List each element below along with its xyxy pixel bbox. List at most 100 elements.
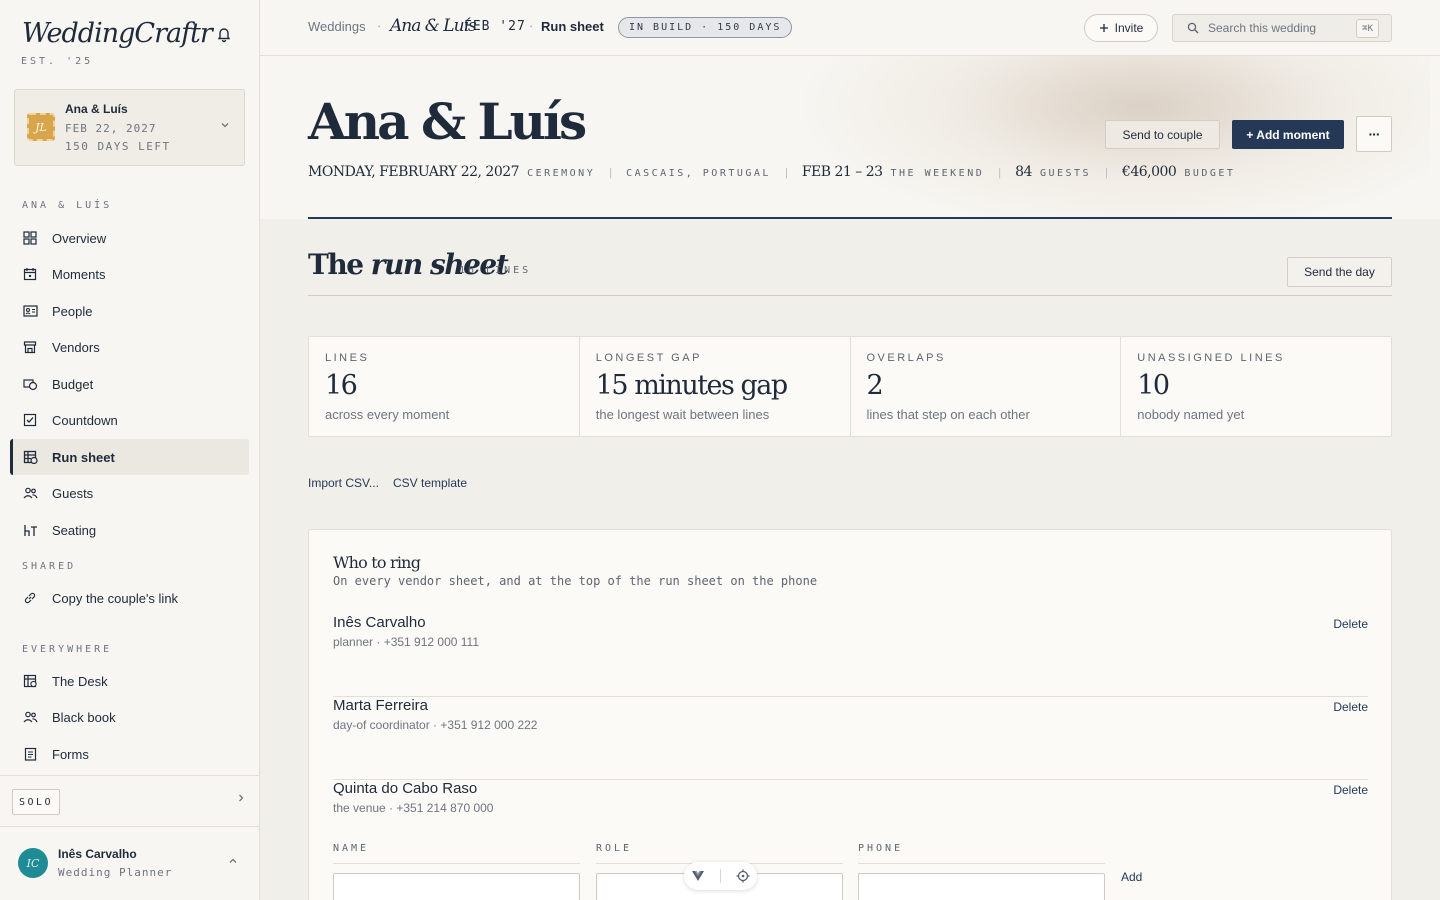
guest-count: 84 xyxy=(1015,164,1032,180)
sidebar-item-black-book[interactable]: Black book xyxy=(10,699,249,735)
money-icon xyxy=(22,376,38,392)
search-placeholder: Search this wedding xyxy=(1208,21,1317,35)
grid-icon xyxy=(22,230,38,246)
ellipsis-icon: ··· xyxy=(1368,126,1381,142)
delete-button[interactable]: Delete xyxy=(1333,617,1368,631)
invite-label: Invite xyxy=(1114,21,1144,35)
workspace-mode-row[interactable]: SOLO xyxy=(0,775,259,827)
contact-detail: day-of coordinator · +351 912 000 222 xyxy=(333,718,538,732)
ceremony-date: MONDAY, FEBRUARY 22, 2027 xyxy=(308,164,520,180)
sidebar-item-moments[interactable]: Moments xyxy=(10,256,249,292)
contact-detail: planner · +351 912 000 111 xyxy=(333,635,480,649)
user-role: Wedding Planner xyxy=(58,866,173,879)
contacts-icon xyxy=(22,709,38,725)
section-label-couple: ANA & LUÍS xyxy=(22,200,113,211)
avatar[interactable]: IC xyxy=(18,848,48,878)
section-title-plain: The xyxy=(308,248,364,281)
sidebar-item-label: Vendors xyxy=(52,339,100,355)
stat-value: 2 xyxy=(866,370,884,401)
add-moment-button[interactable]: + Add moment xyxy=(1232,120,1344,149)
chevron-down-icon xyxy=(220,120,230,133)
sidebar-item-the-desk[interactable]: The Desk xyxy=(10,663,249,699)
invite-button[interactable]: Invite xyxy=(1084,14,1158,42)
card-title: Who to ring xyxy=(333,553,421,572)
meta-separator: | xyxy=(998,167,1002,179)
phone-field[interactable] xyxy=(858,873,1105,900)
sidebar-item-label: Forms xyxy=(52,746,89,762)
send-to-couple-button[interactable]: Send to couple xyxy=(1105,120,1220,149)
wedding-hero: Ana & Luís MONDAY, FEBRUARY 22, 2027 CER… xyxy=(260,56,1440,219)
breadcrumb-couple[interactable]: Ana & Luís xyxy=(390,16,477,36)
meta-separator: | xyxy=(1105,167,1108,179)
column-divider xyxy=(333,863,580,864)
sidebar-item-run-sheet[interactable]: Run sheet xyxy=(10,439,249,475)
section-label-shared: SHARED xyxy=(22,561,77,572)
name-field[interactable] xyxy=(333,873,580,900)
sidebar-item-budget[interactable]: Budget xyxy=(10,366,249,402)
checkbox-icon xyxy=(22,412,38,428)
meta-separator: | xyxy=(609,167,613,179)
delete-button[interactable]: Delete xyxy=(1333,700,1368,714)
stat-caption: across every moment xyxy=(325,407,450,422)
solo-mode-badge[interactable]: SOLO xyxy=(12,789,60,815)
vue-devtools-icon[interactable] xyxy=(691,870,705,882)
contact-name: Inês Carvalho xyxy=(333,614,426,631)
calendar-icon xyxy=(22,266,38,282)
weekend-label: THE WEEKEND xyxy=(890,168,985,179)
name-column-label: NAME xyxy=(333,843,370,854)
wedding-name: Ana & Luís xyxy=(65,102,128,116)
run-sheet-icon xyxy=(22,449,38,465)
sidebar-item-guests[interactable]: Guests xyxy=(10,475,249,511)
search-input[interactable]: Search this wedding ⌘K xyxy=(1172,14,1392,42)
sidebar-item-vendors[interactable]: Vendors xyxy=(10,329,249,365)
brand-est: EST. '25 xyxy=(21,56,94,67)
sidebar: WeddingCraftr EST. '25 JL Ana & Luís FEB… xyxy=(0,0,260,900)
wedding-meta: MONDAY, FEBRUARY 22, 2027 CEREMONY | CAS… xyxy=(308,164,1235,180)
sidebar-item-overview[interactable]: Overview xyxy=(10,220,249,256)
sidebar-item-people[interactable]: People xyxy=(10,293,249,329)
wedding-badge: JL xyxy=(27,113,55,141)
contact-detail: the venue · +351 214 870 000 xyxy=(333,801,494,815)
sidebar-item-copy-link[interactable]: Copy the couple's link xyxy=(10,580,249,616)
breadcrumb-separator: · xyxy=(529,18,534,33)
stat-caption: nobody named yet xyxy=(1137,407,1245,422)
sidebar-item-forms[interactable]: Forms xyxy=(10,736,249,772)
stat-longest-gap: LONGEST GAP 15 minutes gap the longest w… xyxy=(580,337,851,436)
stat-label: LONGEST GAP xyxy=(595,352,702,364)
stat-value: 10 xyxy=(1137,370,1170,401)
import-csv-link[interactable]: Import CSV... xyxy=(308,476,379,490)
bell-icon[interactable] xyxy=(214,24,234,44)
user-name: Inês Carvalho xyxy=(58,847,137,861)
stat-value: 15 minutes gap xyxy=(595,370,788,401)
sidebar-item-label: People xyxy=(52,303,93,319)
breadcrumb-weddings[interactable]: Weddings xyxy=(308,19,366,34)
seating-icon xyxy=(22,522,38,538)
delete-button[interactable]: Delete xyxy=(1333,783,1368,797)
wedding-days-left: 150 DAYS LEFT xyxy=(65,140,171,153)
wedding-switcher[interactable]: JL Ana & Luís FEB 22, 2027 150 DAYS LEFT xyxy=(14,89,245,166)
more-options-button[interactable]: ··· xyxy=(1356,116,1392,152)
chevron-up-icon[interactable] xyxy=(228,856,238,869)
brand-logo[interactable]: WeddingCraftr xyxy=(22,18,213,49)
column-divider xyxy=(858,863,1105,864)
weekend-dates: FEB 21 – 23 xyxy=(801,164,883,180)
contact-row: Quinta do Cabo Raso the venue · +351 214… xyxy=(333,780,1368,863)
contact-row: Marta Ferreira day-of coordinator · +351… xyxy=(333,697,1368,780)
sidebar-item-label: Countdown xyxy=(52,412,118,428)
sidebar-item-countdown[interactable]: Countdown xyxy=(10,402,249,438)
stat-label: OVERLAPS xyxy=(866,352,946,364)
people-icon xyxy=(22,485,38,501)
sidebar-item-seating[interactable]: Seating xyxy=(10,512,249,548)
sidebar-item-label: Seating xyxy=(52,522,97,538)
topbar: Weddings · Ana & Luís FEB '27 · Run shee… xyxy=(260,0,1440,56)
who-to-ring-card: Who to ring On every vendor sheet, and a… xyxy=(308,529,1392,900)
csv-template-link[interactable]: CSV template xyxy=(393,476,467,490)
crosshair-icon[interactable] xyxy=(736,869,750,883)
sidebar-item-label: Overview xyxy=(52,230,107,246)
sidebar-item-label: Moments xyxy=(52,266,106,282)
add-contact-button[interactable]: Add xyxy=(1121,870,1142,884)
guests-label: GUESTS xyxy=(1039,168,1092,179)
sidebar-item-label: Budget xyxy=(52,376,94,392)
id-card-icon xyxy=(22,303,38,319)
send-the-day-button[interactable]: Send the day xyxy=(1287,257,1392,287)
